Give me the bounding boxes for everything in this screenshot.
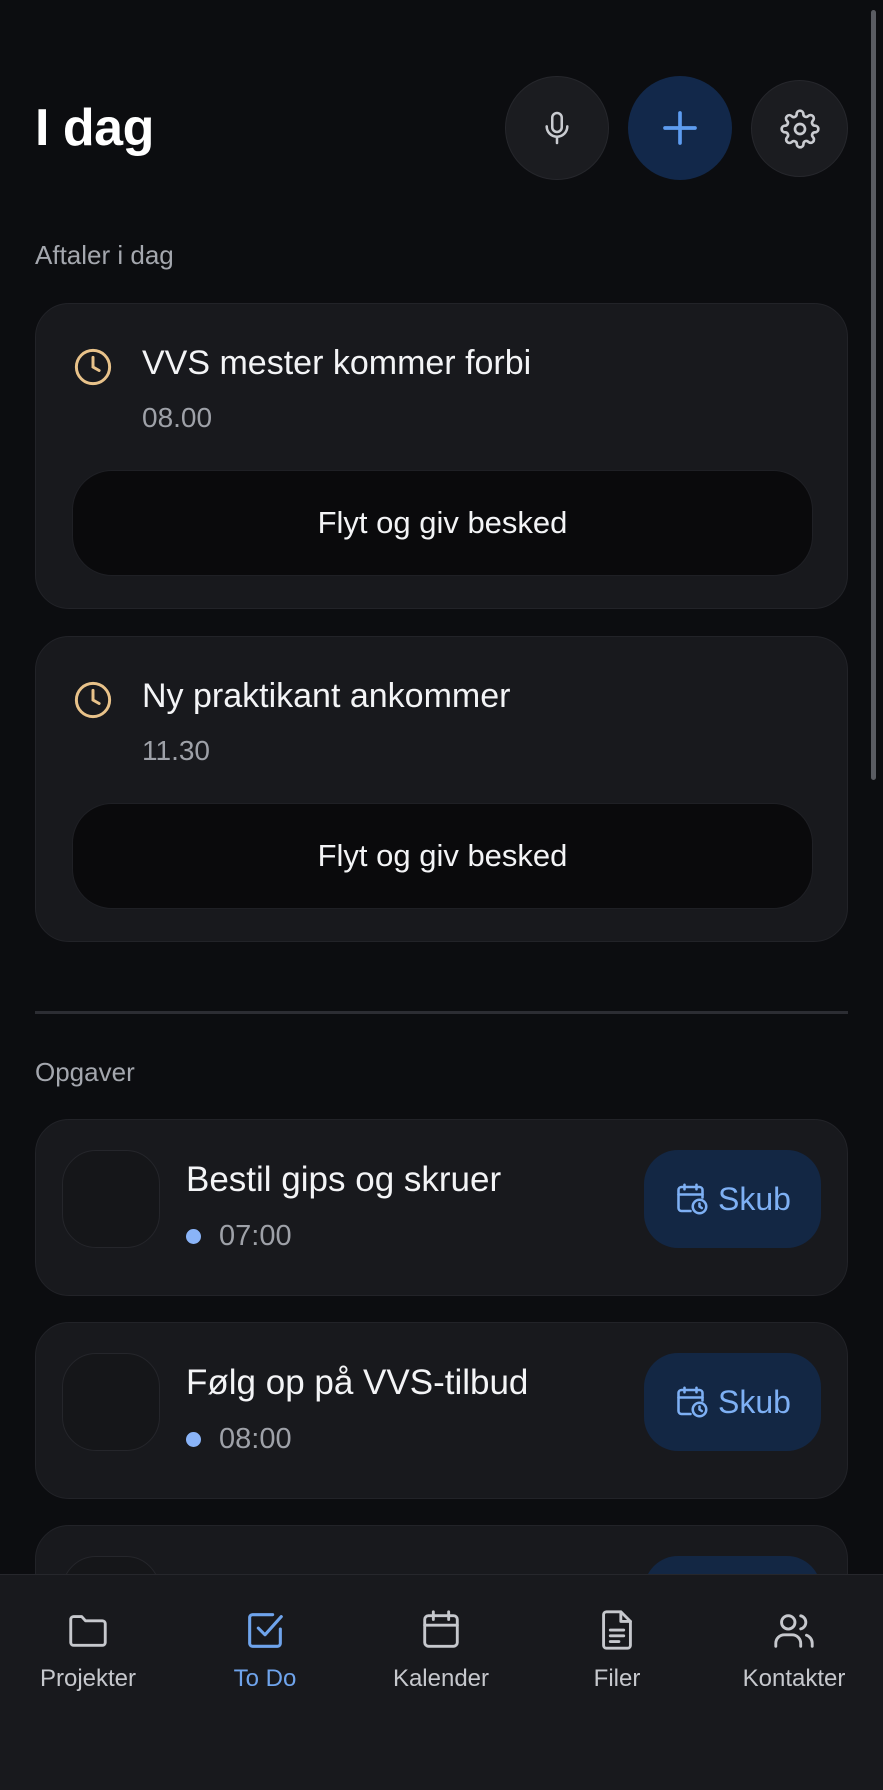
- gear-icon: [779, 108, 820, 149]
- task-card[interactable]: Bestil gips og skruer 07:00 Skub: [35, 1119, 848, 1296]
- appointment-time: 08.00: [142, 402, 213, 433]
- task-title: Følg op på VVS-tilbud: [186, 1363, 529, 1402]
- calendar-clock-icon: [677, 1386, 708, 1418]
- file-icon: [602, 1610, 632, 1650]
- plus-icon: [663, 111, 697, 145]
- task-status-dot: [186, 1432, 201, 1447]
- clock-icon: [74, 348, 112, 386]
- nav-item-todo[interactable]: To Do: [190, 1607, 340, 1693]
- appointment-card[interactable]: VVS mester kommer forbi 08.00 Flyt og gi…: [35, 303, 848, 609]
- nav-item-projekter[interactable]: Projekter: [13, 1607, 163, 1693]
- skub-label: Skub: [718, 1383, 791, 1420]
- task-time: 08:00: [219, 1423, 292, 1455]
- page-title: I dag: [35, 99, 154, 157]
- header: I dag: [35, 76, 848, 180]
- skub-button[interactable]: Skub: [644, 1353, 821, 1451]
- move-and-notify-button[interactable]: Flyt og giv besked: [72, 803, 813, 909]
- task-checkbox[interactable]: [62, 1353, 160, 1451]
- nav-item-kalender[interactable]: Kalender: [366, 1607, 516, 1693]
- microphone-icon: [545, 111, 569, 145]
- add-button[interactable]: [628, 76, 732, 180]
- task-card[interactable]: Følg op på VVS-tilbud 08:00 Skub: [35, 1322, 848, 1499]
- task-meta: 07:00: [186, 1220, 292, 1253]
- today-screen: I dag Aftaler i dag VVS mester kommer fo…: [0, 0, 883, 1790]
- nav-label: Projekter: [39, 1665, 137, 1692]
- task-meta: 08:00: [186, 1423, 292, 1456]
- task-checkbox[interactable]: [62, 1150, 160, 1248]
- nav-label: Kontakter: [742, 1665, 846, 1692]
- nav-label: To Do: [233, 1665, 297, 1692]
- microphone-button[interactable]: [505, 76, 609, 180]
- clock-icon: [74, 681, 112, 719]
- appointment-title: VVS mester kommer forbi: [142, 344, 532, 382]
- task-time: 07:00: [219, 1220, 292, 1252]
- task-title: Bestil gips og skruer: [186, 1160, 502, 1199]
- skub-label: Skub: [718, 1180, 791, 1217]
- appointments-section-label: Aftaler i dag: [35, 240, 174, 270]
- scrollbar[interactable]: [871, 10, 876, 780]
- users-icon: [774, 1614, 814, 1648]
- nav-item-kontakter[interactable]: Kontakter: [719, 1607, 869, 1693]
- skub-button[interactable]: Skub: [644, 1150, 821, 1248]
- bottom-navigation: Projekter To Do Kalender Filer Kontakter: [0, 1574, 883, 1790]
- nav-label: Kalender: [392, 1665, 490, 1692]
- folder-icon: [69, 1615, 107, 1647]
- tasks-section-label: Opgaver: [35, 1057, 135, 1087]
- calendar-icon: [423, 1610, 459, 1648]
- nav-label: Filer: [593, 1665, 641, 1692]
- appointment-card[interactable]: Ny praktikant ankommer 11.30 Flyt og giv…: [35, 636, 848, 942]
- calendar-clock-icon: [677, 1183, 708, 1215]
- checkbox-icon: [248, 1613, 283, 1648]
- task-status-dot: [186, 1229, 201, 1244]
- appointment-time: 11.30: [142, 735, 210, 766]
- appointment-title: Ny praktikant ankommer: [142, 677, 511, 715]
- section-divider: [35, 1011, 848, 1014]
- settings-button[interactable]: [751, 80, 848, 177]
- nav-item-filer[interactable]: Filer: [542, 1607, 692, 1693]
- move-and-notify-button[interactable]: Flyt og giv besked: [72, 470, 813, 576]
